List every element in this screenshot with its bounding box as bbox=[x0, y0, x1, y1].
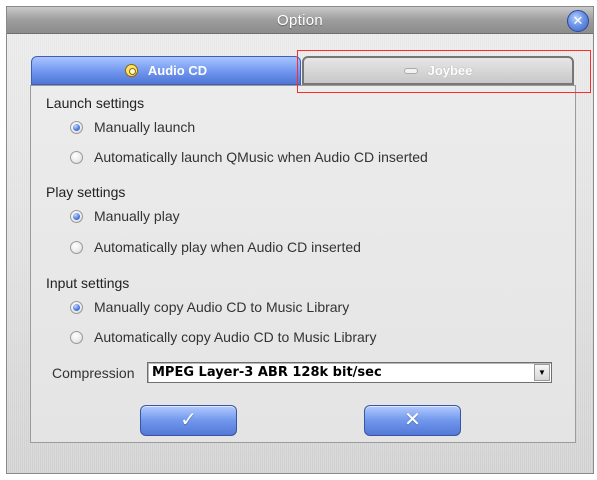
joybee-device-icon bbox=[403, 67, 418, 74]
cd-icon bbox=[124, 64, 138, 77]
tab-content-panel bbox=[30, 85, 576, 443]
radio-button[interactable] bbox=[70, 240, 83, 254]
compression-select[interactable]: MPEG Layer-3 ABR 128k bit/sec ▼ bbox=[147, 362, 552, 383]
radio-manually-play[interactable]: Manually play bbox=[70, 208, 180, 224]
radio-label: Automatically copy Audio CD to Music Lib… bbox=[94, 329, 377, 345]
radio-manually-copy[interactable]: Manually copy Audio CD to Music Library bbox=[70, 299, 349, 315]
tab-label: Audio CD bbox=[147, 63, 208, 78]
radio-label: Automatically play when Audio CD inserte… bbox=[94, 239, 361, 255]
radio-label: Manually copy Audio CD to Music Library bbox=[94, 299, 350, 315]
play-settings-label: Play settings bbox=[46, 184, 126, 200]
close-button[interactable]: ✕ bbox=[567, 10, 589, 32]
radio-auto-play[interactable]: Automatically play when Audio CD inserte… bbox=[70, 239, 361, 255]
checkmark-icon: ✓ bbox=[180, 409, 197, 431]
radio-button[interactable] bbox=[70, 330, 83, 344]
cancel-button[interactable]: ✕ bbox=[364, 405, 461, 436]
tab-joybee[interactable]: Joybee bbox=[302, 56, 574, 85]
compression-label: Compression bbox=[52, 365, 135, 381]
radio-button[interactable] bbox=[70, 150, 83, 164]
compression-value: MPEG Layer-3 ABR 128k bit/sec bbox=[152, 365, 382, 380]
title-bar[interactable]: Option ✕ bbox=[7, 7, 593, 34]
radio-button-checked[interactable] bbox=[70, 120, 83, 134]
tab-audio-cd[interactable]: Audio CD bbox=[31, 56, 301, 85]
x-icon: ✕ bbox=[404, 409, 421, 431]
radio-manually-launch[interactable]: Manually launch bbox=[70, 119, 195, 135]
close-icon: ✕ bbox=[572, 13, 584, 28]
radio-auto-copy[interactable]: Automatically copy Audio CD to Music Lib… bbox=[70, 329, 376, 345]
radio-label: Automatically launch QMusic when Audio C… bbox=[94, 149, 428, 165]
dropdown-arrow-icon[interactable]: ▼ bbox=[534, 364, 550, 381]
radio-auto-launch[interactable]: Automatically launch QMusic when Audio C… bbox=[70, 149, 428, 165]
radio-button-checked[interactable] bbox=[70, 300, 83, 314]
launch-settings-label: Launch settings bbox=[46, 95, 145, 111]
window-title: Option bbox=[277, 12, 323, 29]
radio-button-checked[interactable] bbox=[70, 209, 83, 223]
ok-button[interactable]: ✓ bbox=[140, 405, 237, 436]
radio-label: Manually launch bbox=[94, 119, 196, 135]
radio-label: Manually play bbox=[94, 208, 180, 224]
input-settings-label: Input settings bbox=[46, 275, 130, 291]
tab-label: Joybee bbox=[427, 63, 473, 78]
